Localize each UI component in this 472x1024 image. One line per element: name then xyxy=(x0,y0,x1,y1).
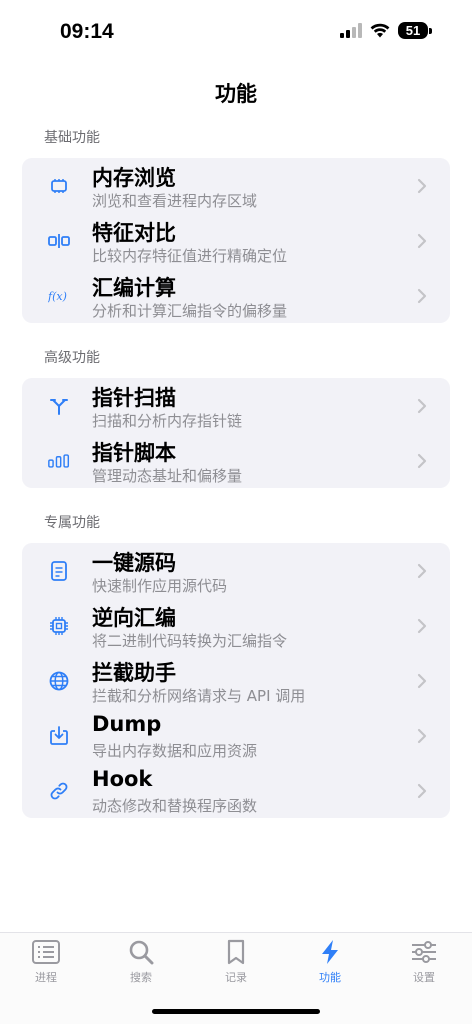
feature-row-dump[interactable]: Dump 导出内存数据和应用资源 xyxy=(22,708,450,763)
feature-row-memory-browse[interactable]: 内存浏览 浏览和查看进程内存区域 xyxy=(22,158,450,213)
search-icon xyxy=(129,940,154,965)
chevron-right-icon xyxy=(417,728,427,744)
section-label-exclusive: 专属功能 xyxy=(44,515,100,531)
feature-row-pointer-scan[interactable]: 指针扫描 扫描和分析内存指针链 xyxy=(22,378,450,433)
bolt-icon xyxy=(322,940,338,964)
feature-subtitle: 管理动态基址和偏移量 xyxy=(92,467,243,485)
compare-icon xyxy=(48,230,70,252)
memory-chip-icon xyxy=(48,175,70,197)
feature-title: 逆向汇编 xyxy=(92,606,176,630)
chevron-right-icon xyxy=(417,618,427,634)
feature-subtitle: 将二进制代码转换为汇编指令 xyxy=(92,632,288,650)
chevron-right-icon xyxy=(417,288,427,304)
feature-subtitle: 导出内存数据和应用资源 xyxy=(92,742,258,760)
feature-subtitle: 快速制作应用源代码 xyxy=(92,577,228,595)
feature-title: 内存浏览 xyxy=(92,166,176,190)
feature-row-intercept[interactable]: 拦截助手 拦截和分析网络请求与 API 调用 xyxy=(22,653,450,708)
cellular-signal-icon xyxy=(340,23,362,38)
download-icon xyxy=(48,725,70,747)
sliders-icon xyxy=(412,941,436,963)
chevron-right-icon xyxy=(417,783,427,799)
link-icon xyxy=(48,780,70,802)
section-label-advanced: 高级功能 xyxy=(44,350,100,366)
section-card-exclusive: 一键源码 快速制作应用源代码 逆向汇编 将二进制代码转换为汇编指令 拦截助手 拦… xyxy=(22,543,450,818)
script-bars-icon xyxy=(48,450,70,472)
feature-row-asm-calc[interactable]: f(x) 汇编计算 分析和计算汇编指令的偏移量 xyxy=(22,268,450,323)
chevron-right-icon xyxy=(417,233,427,249)
section-card-basic: 内存浏览 浏览和查看进程内存区域 特征对比 比较内存特征值进行精确定位 f(x)… xyxy=(22,158,450,323)
feature-title: 汇编计算 xyxy=(92,276,176,300)
tab-features[interactable]: 功能 xyxy=(300,939,360,985)
feature-row-signature-compare[interactable]: 特征对比 比较内存特征值进行精确定位 xyxy=(22,213,450,268)
feature-title: 一键源码 xyxy=(92,551,176,575)
bookmark-icon xyxy=(227,939,245,965)
tab-search[interactable]: 搜索 xyxy=(111,939,171,985)
feature-subtitle: 扫描和分析内存指针链 xyxy=(92,412,243,430)
feature-title: 拦截助手 xyxy=(92,661,176,685)
tab-label: 搜索 xyxy=(130,971,152,984)
battery-level: 51 xyxy=(398,22,428,39)
svg-text:f(x): f(x) xyxy=(48,290,67,303)
cpu-icon xyxy=(48,615,70,637)
feature-row-disassemble[interactable]: 逆向汇编 将二进制代码转换为汇编指令 xyxy=(22,598,450,653)
feature-subtitle: 浏览和查看进程内存区域 xyxy=(92,192,258,210)
document-icon xyxy=(48,560,70,582)
feature-title: 指针脚本 xyxy=(92,441,176,465)
tab-label: 记录 xyxy=(225,971,247,984)
feature-subtitle: 分析和计算汇编指令的偏移量 xyxy=(92,302,288,320)
home-indicator xyxy=(152,1009,320,1014)
chevron-right-icon xyxy=(417,178,427,194)
battery-indicator: 51 xyxy=(398,22,432,39)
tab-label: 功能 xyxy=(319,971,341,984)
battery-nub xyxy=(429,27,432,34)
pointer-branch-icon xyxy=(48,395,70,417)
feature-title: Hook xyxy=(92,767,153,791)
tab-records[interactable]: 记录 xyxy=(206,939,266,985)
tab-label: 设置 xyxy=(413,971,435,984)
feature-row-pointer-script[interactable]: 指针脚本 管理动态基址和偏移量 xyxy=(22,433,450,488)
section-card-advanced: 指针扫描 扫描和分析内存指针链 指针脚本 管理动态基址和偏移量 xyxy=(22,378,450,488)
feature-title: 指针扫描 xyxy=(92,386,176,410)
tab-settings[interactable]: 设置 xyxy=(394,939,454,985)
wifi-icon xyxy=(370,23,390,38)
feature-subtitle: 动态修改和替换程序函数 xyxy=(92,797,258,815)
tab-process[interactable]: 进程 xyxy=(16,939,76,985)
chevron-right-icon xyxy=(417,398,427,414)
feature-title: Dump xyxy=(92,712,162,736)
function-icon: f(x) xyxy=(48,285,70,307)
chevron-right-icon xyxy=(417,563,427,579)
status-icons: 51 xyxy=(340,22,432,39)
globe-icon xyxy=(48,670,70,692)
section-label-basic: 基础功能 xyxy=(44,130,100,146)
status-time: 09:14 xyxy=(60,20,114,43)
feature-subtitle: 拦截和分析网络请求与 API 调用 xyxy=(92,687,306,705)
list-icon xyxy=(32,940,60,964)
feature-title: 特征对比 xyxy=(92,221,176,245)
status-bar: 09:14 51 xyxy=(0,0,472,64)
feature-subtitle: 比较内存特征值进行精确定位 xyxy=(92,247,288,265)
chevron-right-icon xyxy=(417,453,427,469)
feature-row-hook[interactable]: Hook 动态修改和替换程序函数 xyxy=(22,763,450,818)
tab-label: 进程 xyxy=(35,971,57,984)
feature-row-one-click-source[interactable]: 一键源码 快速制作应用源代码 xyxy=(22,543,450,598)
chevron-right-icon xyxy=(417,673,427,689)
page-title: 功能 xyxy=(215,82,257,106)
